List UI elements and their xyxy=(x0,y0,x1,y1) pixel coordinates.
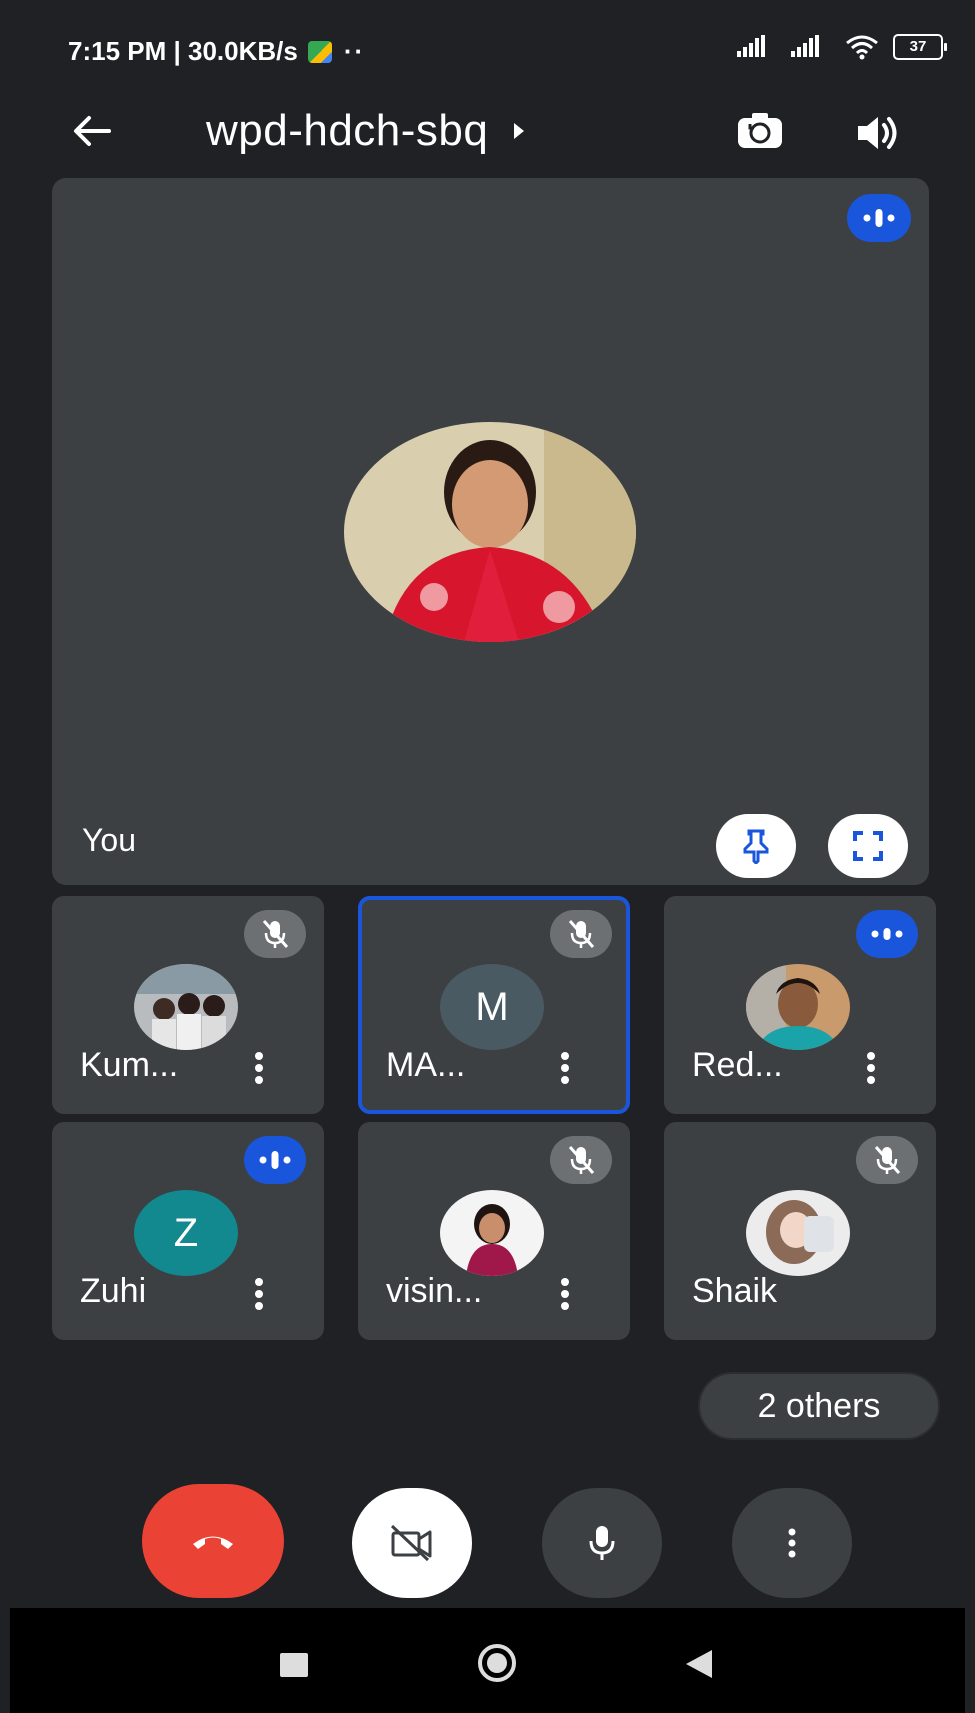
others-pill[interactable]: 2 others xyxy=(700,1374,938,1438)
audio-level-icon xyxy=(871,928,903,940)
participant-avatar xyxy=(746,1190,850,1276)
more-options-icon[interactable] xyxy=(550,1048,580,1088)
audio-level-icon xyxy=(259,1151,291,1169)
microphone-button[interactable] xyxy=(542,1488,662,1598)
camera-off-icon xyxy=(390,1524,432,1562)
more-vert-icon xyxy=(788,1528,796,1558)
participant-tile[interactable]: Z Zuhi xyxy=(52,1122,324,1340)
battery-indicator: 37 xyxy=(893,34,947,60)
more-options-icon[interactable] xyxy=(244,1048,274,1088)
mic-off-icon xyxy=(874,1146,901,1174)
home-icon[interactable] xyxy=(478,1644,516,1682)
more-options-icon[interactable] xyxy=(244,1274,274,1314)
microphone-icon xyxy=(589,1526,615,1560)
participant-tile[interactable]: visin... xyxy=(358,1122,630,1340)
self-avatar xyxy=(344,422,636,642)
mic-off-icon xyxy=(568,1146,595,1174)
mic-off-icon xyxy=(262,920,289,948)
end-call-icon xyxy=(193,1536,233,1549)
participant-name: MA... xyxy=(386,1046,466,1084)
switch-camera-icon[interactable] xyxy=(732,104,788,160)
self-view-tile[interactable]: You xyxy=(52,178,929,885)
wifi-icon xyxy=(846,35,878,60)
muted-badge xyxy=(550,910,612,958)
participant-avatar xyxy=(134,964,238,1050)
participant-avatar xyxy=(440,1190,544,1276)
camera-toggle-button[interactable] xyxy=(352,1488,472,1598)
pin-icon xyxy=(743,829,769,864)
participant-name: Shaik xyxy=(692,1272,778,1310)
participant-tile[interactable]: Shaik xyxy=(664,1122,936,1340)
meeting-code: wpd-hdch-sbq xyxy=(206,106,489,155)
participant-name: Red... xyxy=(692,1046,783,1084)
speaking-indicator xyxy=(856,910,918,958)
meeting-header: wpd-hdch-sbq xyxy=(10,86,965,176)
muted-badge xyxy=(856,1136,918,1184)
back-nav-icon[interactable] xyxy=(686,1650,712,1678)
back-arrow-icon[interactable] xyxy=(65,104,119,158)
status-more-dots: ·· xyxy=(343,36,366,66)
signal-icon-2 xyxy=(791,35,819,57)
status-bar: 7:15 PM | 30.0KB/s ·· 37 xyxy=(10,8,965,86)
audio-level-icon xyxy=(863,209,895,227)
system-navigation-bar xyxy=(10,1608,965,1713)
call-controls xyxy=(10,1484,965,1608)
signal-icon xyxy=(737,35,765,57)
more-options-icon[interactable] xyxy=(550,1274,580,1314)
muted-badge xyxy=(244,910,306,958)
speaker-icon[interactable] xyxy=(850,106,904,160)
meeting-title[interactable]: wpd-hdch-sbq xyxy=(206,106,525,156)
participant-tile-active[interactable]: M MA... xyxy=(358,896,630,1114)
recents-icon[interactable] xyxy=(280,1653,308,1677)
self-label: You xyxy=(82,822,136,858)
participant-tile[interactable]: Kum... xyxy=(52,896,324,1114)
speaking-indicator xyxy=(244,1136,306,1184)
participant-letter-avatar: M xyxy=(440,964,544,1050)
end-call-button[interactable] xyxy=(142,1484,284,1598)
participant-name: visin... xyxy=(386,1272,483,1310)
participant-name: Zuhi xyxy=(80,1272,147,1310)
fullscreen-icon xyxy=(853,831,883,861)
mic-off-icon xyxy=(568,920,595,948)
pin-button[interactable] xyxy=(716,814,796,878)
caret-right-icon xyxy=(514,123,525,139)
more-options-button[interactable] xyxy=(732,1488,852,1598)
more-options-icon[interactable] xyxy=(856,1048,886,1088)
participant-name: Kum... xyxy=(80,1046,179,1084)
participant-tile[interactable]: Red... xyxy=(664,896,936,1114)
participant-letter-avatar: Z xyxy=(134,1190,238,1276)
muted-badge xyxy=(550,1136,612,1184)
speaking-indicator xyxy=(847,194,911,242)
fullscreen-button[interactable] xyxy=(828,814,908,878)
meet-app-icon xyxy=(307,40,332,63)
participant-avatar xyxy=(746,964,850,1050)
status-time: 7:15 PM | 30.0KB/s xyxy=(68,36,298,66)
